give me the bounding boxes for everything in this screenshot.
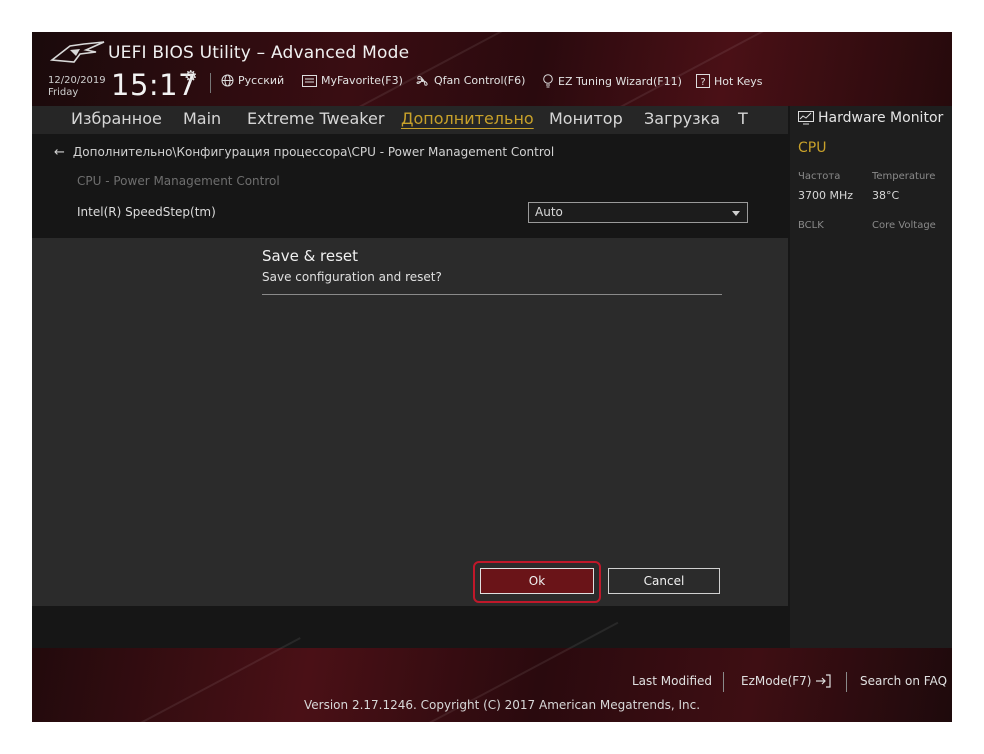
hardware-monitor-title: Hardware Monitor xyxy=(798,110,943,126)
ezmode-button[interactable]: EzMode(F7) xyxy=(741,674,832,688)
dialog-title: Save & reset xyxy=(262,247,359,265)
fan-icon xyxy=(416,75,428,86)
question-mark-icon: ? xyxy=(696,74,710,88)
rog-logo-icon xyxy=(50,41,105,63)
breadcrumb-path: Дополнительно\Конфигурация процессора\CP… xyxy=(72,145,555,159)
hot-keys-button[interactable]: ? Hot Keys xyxy=(696,74,763,88)
tab-extreme-tweaker[interactable]: Extreme Tweaker xyxy=(247,109,384,128)
speedstep-select[interactable]: Auto xyxy=(528,202,748,223)
footer-decoration xyxy=(123,637,301,722)
footer-separator xyxy=(846,672,847,692)
myfavorite-button[interactable]: MyFavorite(F3) xyxy=(302,74,403,87)
hw-temperature-label: Temperature xyxy=(872,171,936,182)
date-display: 12/20/2019 Friday xyxy=(48,75,106,99)
dialog-divider xyxy=(262,294,722,295)
tab-main[interactable]: Main xyxy=(183,109,221,128)
footer-separator xyxy=(723,672,724,692)
hot-keys-label: Hot Keys xyxy=(714,74,763,88)
app-title: UEFI BIOS Utility – Advanced Mode xyxy=(108,43,410,63)
toolbar-separator xyxy=(210,73,211,93)
lightbulb-icon xyxy=(543,74,553,88)
hw-temperature-value: 38°C xyxy=(872,189,900,202)
ez-tuning-wizard-label: EZ Tuning Wizard(F11) xyxy=(558,74,682,88)
cancel-button[interactable]: Cancel xyxy=(608,568,720,594)
tab-tool-truncated[interactable]: Т xyxy=(738,109,748,128)
date-text: 12/20/2019 xyxy=(48,75,106,86)
exit-arrow-icon xyxy=(816,674,832,688)
speedstep-select-value: Auto xyxy=(535,205,563,219)
breadcrumb: ← Дополнительно\Конфигурация процессора\C… xyxy=(54,145,554,160)
hw-cpu-heading: CPU xyxy=(798,140,827,156)
lower-content-area xyxy=(32,606,788,648)
myfavorite-label: MyFavorite(F3) xyxy=(321,74,403,87)
tab-advanced[interactable]: Дополнительно xyxy=(401,109,534,128)
chevron-down-icon xyxy=(732,211,740,216)
footer-bar: Last Modified EzMode(F7) Search on FAQ V… xyxy=(32,621,952,722)
tab-boot[interactable]: Загрузка xyxy=(644,109,720,128)
tab-favorites[interactable]: Избранное xyxy=(71,109,162,128)
last-modified-button[interactable]: Last Modified xyxy=(632,674,712,688)
myfavorite-icon xyxy=(302,74,317,87)
save-reset-dialog: Save & reset Save configuration and rese… xyxy=(32,238,788,606)
monitor-icon xyxy=(798,111,814,125)
main-content: ← Дополнительно\Конфигурация процессора\C… xyxy=(32,134,788,238)
ezmode-label: EzMode(F7) xyxy=(741,674,812,688)
version-copyright: Version 2.17.1246. Copyright (C) 2017 Am… xyxy=(304,698,701,712)
hw-core-voltage-label: Core Voltage xyxy=(872,220,936,231)
ok-button[interactable]: Ok xyxy=(480,568,594,594)
hardware-monitor-panel: Hardware Monitor CPU Частота Temperature… xyxy=(790,106,952,648)
dialog-message: Save configuration and reset? xyxy=(262,270,442,284)
clock-settings-gear-icon[interactable]: ⚙ xyxy=(184,67,197,85)
bios-screen: UEFI BIOS Utility – Advanced Mode 12/20/… xyxy=(32,32,952,722)
hw-frequency-label: Частота xyxy=(798,171,841,182)
back-arrow-icon[interactable]: ← xyxy=(54,145,65,160)
qfan-control-button[interactable]: Qfan Control(F6) xyxy=(415,74,525,87)
section-title: CPU - Power Management Control xyxy=(77,174,280,188)
day-text: Friday xyxy=(48,87,79,98)
search-on-faq-button[interactable]: Search on FAQ xyxy=(860,674,947,688)
language-label: Русский xyxy=(238,74,285,87)
ez-tuning-wizard-button[interactable]: EZ Tuning Wizard(F11) xyxy=(542,74,682,88)
hw-bclk-label: BCLK xyxy=(798,220,824,231)
hardware-monitor-title-text: Hardware Monitor xyxy=(818,110,944,126)
globe-icon xyxy=(221,74,234,87)
tab-monitor[interactable]: Монитор xyxy=(549,109,623,128)
speedstep-setting-label: Intel(R) SpeedStep(tm) xyxy=(77,205,216,219)
main-menu-bar: Избранное Main Extreme Tweaker Дополните… xyxy=(32,106,788,134)
qfan-control-label: Qfan Control(F6) xyxy=(434,74,526,87)
language-button[interactable]: Русский xyxy=(221,74,284,87)
hw-frequency-value: 3700 MHz xyxy=(798,189,854,202)
header-bar: UEFI BIOS Utility – Advanced Mode 12/20/… xyxy=(32,32,952,116)
svg-text:?: ? xyxy=(700,77,705,88)
